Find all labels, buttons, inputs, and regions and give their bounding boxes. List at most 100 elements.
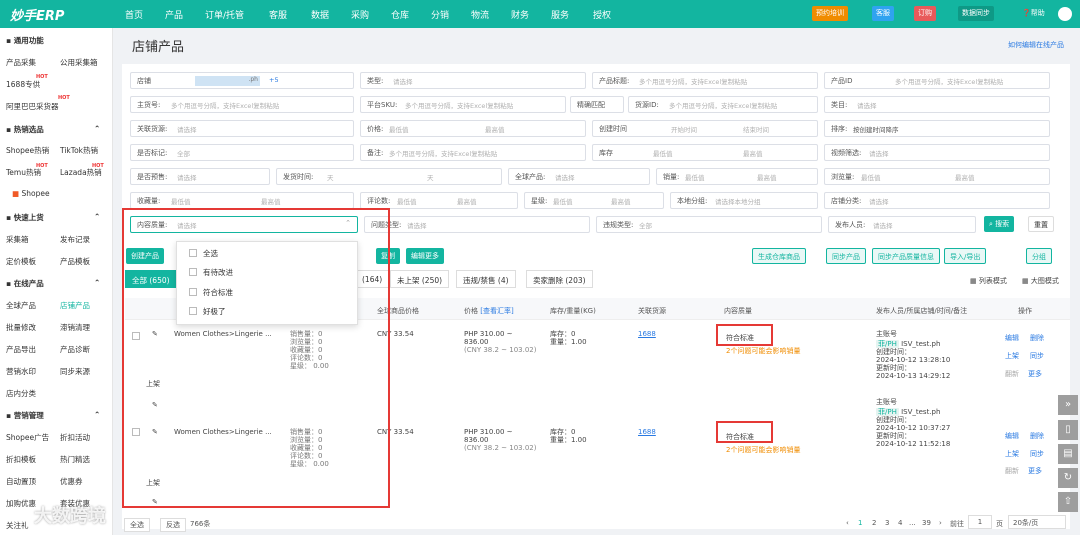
dropdown-option-standard[interactable]: 符合标准 bbox=[189, 287, 233, 298]
sidebar-section-online[interactable]: ▪ 在线产品 ⌃ bbox=[6, 278, 100, 289]
checkbox[interactable] bbox=[189, 249, 197, 257]
title-input[interactable]: 产品标题: 多个用逗号分隔，支持Excel复制粘贴 bbox=[592, 72, 818, 89]
sidebar-item[interactable]: 产品导出 bbox=[6, 344, 36, 355]
data-sync-button[interactable]: 数据同步 bbox=[958, 6, 994, 21]
sidebar-item[interactable]: Shopee热销 bbox=[6, 145, 49, 156]
sidebar-item[interactable]: 折扣模板 bbox=[6, 454, 36, 465]
reset-button[interactable]: 重置 bbox=[1028, 216, 1054, 232]
per-page-select[interactable]: 20条/页 bbox=[1008, 515, 1066, 529]
checkbox[interactable] bbox=[189, 268, 197, 276]
sidebar-item[interactable]: 公用采集箱 bbox=[60, 57, 98, 68]
page-2[interactable]: 2 bbox=[872, 519, 876, 527]
sidebar-item[interactable]: 同步来源 bbox=[60, 366, 90, 377]
views-range[interactable]: 浏览量: 最低值 最高值 bbox=[824, 168, 1050, 185]
training-button[interactable]: 预约培训 bbox=[812, 6, 848, 21]
page-ellipsis[interactable]: ... bbox=[909, 519, 916, 527]
favorites-range[interactable]: 收藏量: 最低值 最高值 bbox=[130, 192, 354, 209]
sidebar-item[interactable]: 产品诊断 bbox=[60, 344, 90, 355]
sku-input[interactable]: 主货号: 多个用逗号分隔，支持Excel复制粘贴 bbox=[130, 96, 354, 113]
delete-link[interactable]: 删除 bbox=[1030, 432, 1044, 440]
list-link[interactable]: 上架 bbox=[1005, 352, 1019, 360]
page-4[interactable]: 4 bbox=[898, 519, 902, 527]
sidebar-item[interactable]: 产品模板 bbox=[60, 256, 90, 267]
sidebar-item[interactable]: 关注礼 bbox=[6, 520, 29, 531]
more-link[interactable]: 更多 bbox=[1028, 467, 1042, 475]
nav-auth[interactable]: 授权 bbox=[593, 8, 611, 21]
search-button[interactable]: ⌕ 搜索 bbox=[984, 216, 1015, 232]
sidebar-item[interactable]: 定价模板 bbox=[6, 256, 36, 267]
more-link[interactable]: 更多 bbox=[1028, 370, 1042, 378]
tab-unlisted[interactable]: 未上架 (250) bbox=[390, 270, 450, 288]
translate-link[interactable]: 翻新 bbox=[1005, 370, 1019, 378]
edit-more-button[interactable]: 编辑更多 bbox=[406, 248, 444, 264]
product-id-input[interactable]: 产品ID 多个用逗号分隔，支持Excel复制粘贴 bbox=[824, 72, 1050, 89]
global-product-select[interactable]: 全球产品: 请选择 bbox=[508, 168, 650, 185]
invert-select-button[interactable]: 反选 bbox=[160, 518, 186, 532]
issue-type-select[interactable]: 问题类型: 请选择 bbox=[364, 216, 590, 233]
nav-distribution[interactable]: 分销 bbox=[431, 8, 449, 21]
shop-select[interactable]: 店铺 .ph +5 bbox=[130, 72, 354, 89]
page-input[interactable]: 1 bbox=[968, 515, 992, 529]
shop-category-select[interactable]: 店铺分类: 请选择 bbox=[824, 192, 1050, 209]
sidebar-item[interactable]: 优惠券 bbox=[60, 476, 83, 487]
list-link[interactable]: 上架 bbox=[1005, 450, 1019, 458]
avatar[interactable] bbox=[1058, 7, 1072, 21]
related-source-select[interactable]: 关联货源: 请选择 bbox=[130, 120, 354, 137]
sync-quality-button[interactable]: 同步产品质量信息 bbox=[872, 248, 940, 264]
sidebar-section-hot[interactable]: ▪ 热销选品 ⌃ bbox=[6, 124, 100, 135]
page-last[interactable]: 39 bbox=[922, 519, 931, 527]
checkbox[interactable] bbox=[189, 288, 197, 296]
source-id-input[interactable]: 货源ID: 多个用逗号分隔，支持Excel复制粘贴 bbox=[628, 96, 818, 113]
sidebar-item[interactable]: 热门精选 bbox=[60, 454, 90, 465]
quality-note[interactable]: 2个问题可能会影响销量 bbox=[726, 347, 800, 355]
kefu-button[interactable]: 客服 bbox=[872, 6, 894, 21]
nav-product[interactable]: 产品 bbox=[165, 8, 183, 21]
grid-mode-toggle[interactable]: ▦ 大图模式 bbox=[1022, 277, 1059, 285]
publisher-select[interactable]: 发布人员: 请选择 bbox=[828, 216, 976, 233]
nav-order[interactable]: 订单/托管 bbox=[205, 8, 244, 21]
sidebar-item[interactable]: 加购优惠 bbox=[6, 498, 36, 509]
video-filter-select[interactable]: 视频筛选: 请选择 bbox=[824, 144, 1050, 161]
presale-select[interactable]: 是否预售: 请选择 bbox=[130, 168, 270, 185]
sidebar-item[interactable]: 采集箱 bbox=[6, 234, 29, 245]
nav-services[interactable]: 服务 bbox=[551, 8, 569, 21]
violation-type-select[interactable]: 违规类型: 全部 bbox=[596, 216, 822, 233]
sidebar-section-marketing[interactable]: ▪ 营销管理 ⌃ bbox=[6, 410, 100, 421]
source-link[interactable]: 1688 bbox=[638, 428, 656, 436]
select-all-button[interactable]: 全选 bbox=[124, 518, 150, 532]
sidebar-item[interactable]: 阿里巴巴采货器 bbox=[6, 101, 59, 112]
sidebar-item[interactable]: 营销水印 bbox=[6, 366, 36, 377]
nav-service[interactable]: 客服 bbox=[269, 8, 287, 21]
sidebar-item-active[interactable]: 店铺产品 bbox=[60, 300, 90, 311]
dropdown-option-excellent[interactable]: 好极了 bbox=[189, 306, 226, 317]
sort-select[interactable]: 排序: 按创建时间降序 bbox=[824, 120, 1050, 137]
gen-warehouse-button[interactable]: 生成仓库商品 bbox=[752, 248, 806, 264]
sidebar-item[interactable]: 1688专供 bbox=[6, 79, 40, 90]
next-page-icon[interactable]: › bbox=[939, 519, 942, 527]
sidebar-item[interactable]: 店内分类 bbox=[6, 388, 36, 399]
app-logo[interactable]: 妙手ERP bbox=[10, 5, 64, 24]
group-button[interactable]: 分组 bbox=[1026, 248, 1052, 264]
dropdown-option-needs-improvement[interactable]: 有待改进 bbox=[189, 267, 233, 278]
refresh-icon[interactable]: ↻ bbox=[1058, 468, 1078, 488]
quality-note[interactable]: 2个问题可能会影响销量 bbox=[726, 446, 800, 454]
mark-select[interactable]: 是否标记: 全部 bbox=[130, 144, 354, 161]
tab-violation[interactable]: 违规/禁售 (4) bbox=[456, 270, 516, 288]
dropdown-option-all[interactable]: 全选 bbox=[189, 248, 218, 259]
top-icon[interactable]: ⇧ bbox=[1058, 492, 1078, 512]
nav-home[interactable]: 首页 bbox=[125, 8, 143, 21]
checkbox[interactable] bbox=[189, 307, 197, 315]
ship-time-range[interactable]: 发货时间: 天天 bbox=[276, 168, 502, 185]
sidebar-item-shopee[interactable]: ■ Shopee bbox=[12, 189, 50, 198]
edit-link[interactable]: 编辑 bbox=[1005, 432, 1019, 440]
import-export-button[interactable]: 导入/导出 bbox=[944, 248, 987, 264]
translate-link[interactable]: 翻新 bbox=[1005, 467, 1019, 475]
nav-purchase[interactable]: 采购 bbox=[351, 8, 369, 21]
source-link[interactable]: 1688 bbox=[638, 330, 656, 338]
page-3[interactable]: 3 bbox=[885, 519, 889, 527]
sidebar-item[interactable]: 折扣活动 bbox=[60, 432, 90, 443]
help-link[interactable]: 如何编辑在线产品 bbox=[1008, 40, 1064, 50]
platform-sku-input[interactable]: 平台SKU: 多个用逗号分隔，支持Excel复制粘贴 bbox=[360, 96, 566, 113]
tab-deleted[interactable]: 卖家删除 (203) bbox=[526, 270, 593, 288]
order-button[interactable]: 订购 bbox=[914, 6, 936, 21]
